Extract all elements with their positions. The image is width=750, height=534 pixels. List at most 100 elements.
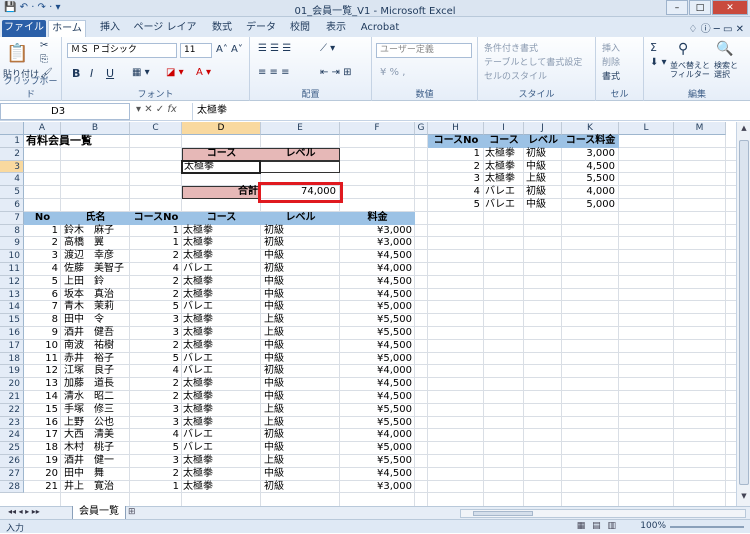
row-header-27[interactable]: 27 [0,467,24,481]
new-sheet-icon[interactable]: ⊞ [128,507,136,517]
row-header-25[interactable]: 25 [0,442,24,455]
find-icon[interactable]: 🔍 [716,41,733,57]
maximize-icon[interactable]: □ [689,0,711,15]
paste-icon[interactable]: 📋 [6,43,28,64]
italic-button[interactable]: I [90,67,93,80]
name-box[interactable]: D3 [0,103,130,120]
sort-filter-button[interactable]: 並べ替えと フィルター [670,61,710,79]
column-header-m[interactable]: M [674,122,726,135]
autosum-button[interactable]: Σ [650,41,657,54]
row-header-6[interactable]: 6 [0,199,24,212]
row-header-24[interactable]: 24 [0,429,24,443]
fill-color-icon[interactable]: ◪ ▾ [166,67,184,78]
tab-home[interactable]: ホーム [48,20,86,37]
row-header-21[interactable]: 21 [0,391,24,404]
format-cells-button[interactable]: 書式 [602,69,620,82]
row-header-28[interactable]: 28 [0,480,24,494]
tab-view[interactable]: 表示 [322,20,350,37]
row-header-22[interactable]: 22 [0,403,24,417]
row-header-7[interactable]: 7 [0,211,24,225]
format-as-table-button[interactable]: テーブルとして書式設定 [484,55,582,68]
tab-acrobat[interactable]: Acrobat [360,20,400,37]
select-all-corner[interactable] [0,122,24,135]
underline-button[interactable]: U [106,67,114,80]
font-name-field[interactable]: ＭＳ Ｐゴシック [67,43,177,58]
minimize-icon[interactable]: – [666,0,688,15]
row-header-2[interactable]: 2 [0,147,24,161]
align-top-icon[interactable]: ☰ ☰ ☰ [258,43,291,54]
bold-button[interactable]: B [72,67,80,80]
scroll-down-icon[interactable]: ▼ [737,492,750,504]
cut-icon[interactable]: ✂ [40,40,48,51]
row-header-26[interactable]: 26 [0,455,24,468]
row-header-19[interactable]: 19 [0,365,24,379]
row-header-20[interactable]: 20 [0,378,24,391]
formula-input[interactable]: 太極拳 [192,103,750,120]
row-header-10[interactable]: 10 [0,250,24,263]
column-header-c[interactable]: C [130,122,182,135]
row-header-1[interactable]: 1 [0,135,24,148]
row-header-8[interactable]: 8 [0,224,24,238]
horizontal-scrollbar[interactable] [460,509,746,518]
tab-review[interactable]: 校閲 [286,20,314,37]
copy-icon[interactable]: ⎘ [40,54,48,65]
column-header-k[interactable]: K [562,122,619,135]
sort-filter-icon[interactable]: ⚲ [678,41,688,57]
row-header-15[interactable]: 15 [0,314,24,327]
sheet-tab-members[interactable]: 会員一覧 [72,506,126,520]
worksheet-grid[interactable]: A B C D E F G H I J K L M 1 2 3 4 5 6 7 8 9 10 11 12 13 14 15 16 17 18… [0,122,736,506]
row-header-3[interactable]: 3 [0,160,24,174]
row-header-16[interactable]: 16 [0,327,24,340]
column-header-i[interactable]: I [484,122,524,135]
tab-file[interactable]: ファイル [2,20,46,37]
tab-insert[interactable]: 挿入 [94,20,126,37]
zoom-slider[interactable] [670,526,744,528]
view-buttons[interactable]: ▦ ▤ ▥ [577,521,618,531]
column-header-d[interactable]: D [182,122,261,135]
row-header-4[interactable]: 4 [0,173,24,187]
row-header-5[interactable]: 5 [0,186,24,199]
sheet-nav-icon[interactable]: ◂◂ ◂ ▸ ▸▸ [8,507,40,516]
column-header-g[interactable]: G [415,122,428,135]
close-icon[interactable]: ✕ [712,0,748,15]
window-title: 01_会員一覧_V1 - Microsoft Excel [294,6,456,17]
fill-icon[interactable]: ⬇ ▾ [650,57,667,68]
currency-icon[interactable]: ¥ % , [380,67,405,78]
row-header-11[interactable]: 11 [0,263,24,276]
insert-cells-button[interactable]: 挿入 [602,41,620,54]
font-size-field[interactable]: 11 [180,43,212,58]
column-header-h[interactable]: H [428,122,484,135]
orientation-icon[interactable]: ⟋ ▾ [320,43,335,54]
tab-formulas[interactable]: 数式 [208,20,236,37]
column-header-e[interactable]: E [261,122,340,135]
row-header-18[interactable]: 18 [0,352,24,366]
align-left-icon[interactable]: ≡ ≡ ≡ [258,67,290,78]
cell-styles-button[interactable]: セルのスタイル [484,69,547,82]
vertical-scrollbar[interactable]: ▲ ▼ [736,122,750,506]
border-icon[interactable]: ▦ ▾ [132,67,150,78]
row-header-13[interactable]: 13 [0,288,24,302]
row-header-9[interactable]: 9 [0,237,24,251]
row-header-14[interactable]: 14 [0,301,24,315]
tab-page-layout[interactable]: ページ レイアウト [132,20,198,49]
row-header-12[interactable]: 12 [0,275,24,289]
merge-icon[interactable]: ⇤ ⇥ ⊞ [320,67,352,78]
font-color-icon[interactable]: A ▾ [196,67,211,78]
column-header-l[interactable]: L [619,122,674,135]
column-header-j[interactable]: J [524,122,562,135]
help-icon[interactable]: ♢ ⓘ ─ ▭ ✕ [688,20,744,35]
tab-data[interactable]: データ [244,20,278,37]
grow-font-icon[interactable]: A˄ A˅ [216,44,243,55]
delete-cells-button[interactable]: 削除 [602,55,620,68]
row-header-17[interactable]: 17 [0,339,24,353]
row-header-23[interactable]: 23 [0,416,24,430]
conditional-format-button[interactable]: 条件付き書式 [484,41,538,54]
scroll-up-icon[interactable]: ▲ [737,124,750,136]
zoom-level[interactable]: 100% [640,521,666,531]
find-select-button[interactable]: 検索と 選択 [714,61,746,79]
lookup-level-value[interactable] [263,161,342,173]
formula-buttons[interactable]: ▾ ✕ ✓ fx [136,104,177,115]
number-format-field[interactable]: ユーザー定義 [376,43,472,58]
scroll-thumb[interactable] [739,140,749,485]
column-header-f[interactable]: F [340,122,415,135]
